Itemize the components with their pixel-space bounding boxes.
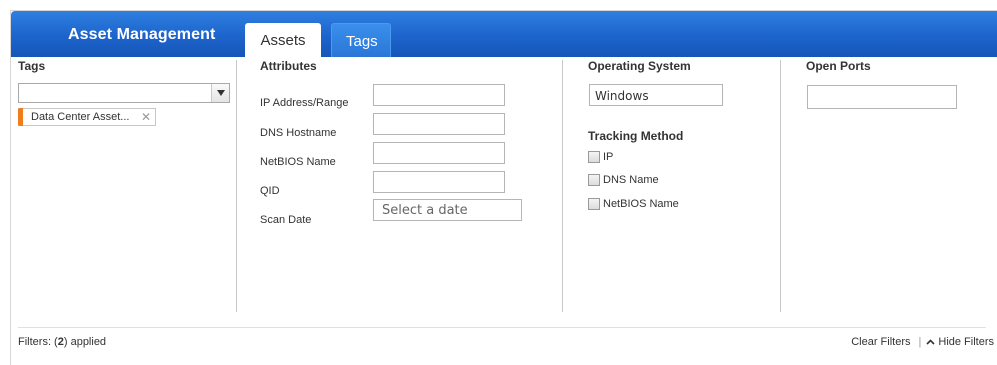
chevron-down-icon[interactable] <box>211 84 229 102</box>
column-divider <box>780 60 781 312</box>
open-ports-heading: Open Ports <box>806 59 871 73</box>
os-heading: Operating System <box>588 59 691 73</box>
scan-date-input[interactable]: Select a date <box>373 199 522 221</box>
netbios-name-label: NetBIOS Name <box>260 156 336 168</box>
dns-checkbox[interactable] <box>588 174 600 186</box>
tracking-option-ip[interactable]: IP <box>588 150 613 164</box>
app-title: Asset Management <box>68 26 216 43</box>
footer-separator: | <box>918 336 922 348</box>
netbios-checkbox-label: NetBIOS Name <box>603 198 679 210</box>
ip-checkbox-label: IP <box>603 151 614 163</box>
footer-actions: Clear Filters | Hide Filters <box>851 336 994 348</box>
tags-heading: Tags <box>18 59 46 73</box>
tab-tags[interactable]: Tags <box>331 23 391 57</box>
filters-suffix: ) applied <box>63 336 107 348</box>
attributes-heading: Attributes <box>260 59 317 73</box>
column-divider <box>236 60 237 312</box>
footer-divider <box>18 327 986 328</box>
scan-date-label: Scan Date <box>260 214 312 226</box>
qid-label: QID <box>260 185 280 197</box>
os-input[interactable]: Windows <box>589 84 723 106</box>
close-icon[interactable]: ✕ <box>141 109 151 125</box>
filters-status: Filters: (2) applied <box>18 336 106 348</box>
clear-filters-link[interactable]: Clear Filters <box>851 336 910 348</box>
open-ports-input[interactable] <box>807 85 957 109</box>
tracking-option-netbios[interactable]: NetBIOS Name <box>588 197 679 211</box>
ip-checkbox[interactable] <box>588 151 600 163</box>
qid-input[interactable] <box>373 171 505 193</box>
tags-select[interactable] <box>18 83 230 103</box>
netbios-checkbox[interactable] <box>588 198 600 210</box>
tab-assets[interactable]: Assets <box>245 23 321 57</box>
dns-checkbox-label: DNS Name <box>603 174 659 186</box>
ip-address-input[interactable] <box>373 84 505 106</box>
tracking-option-dns[interactable]: DNS Name <box>588 173 659 187</box>
netbios-name-input[interactable] <box>373 142 505 164</box>
hide-filters-link[interactable]: Hide Filters <box>938 336 994 348</box>
tracking-method-heading: Tracking Method <box>588 129 684 143</box>
tag-color-bar <box>18 108 23 126</box>
chevron-up-icon[interactable] <box>926 339 935 345</box>
dns-hostname-input[interactable] <box>373 113 505 135</box>
filters-prefix: Filters: ( <box>18 336 58 348</box>
column-divider <box>562 60 563 312</box>
ip-address-label: IP Address/Range <box>260 97 349 109</box>
tag-chip-label: Data Center Asset... <box>31 111 130 123</box>
header-bar: Asset Management Assets Tags <box>11 11 997 57</box>
tag-chip[interactable]: Data Center Asset... ✕ <box>18 108 156 126</box>
dns-hostname-label: DNS Hostname <box>260 127 337 139</box>
